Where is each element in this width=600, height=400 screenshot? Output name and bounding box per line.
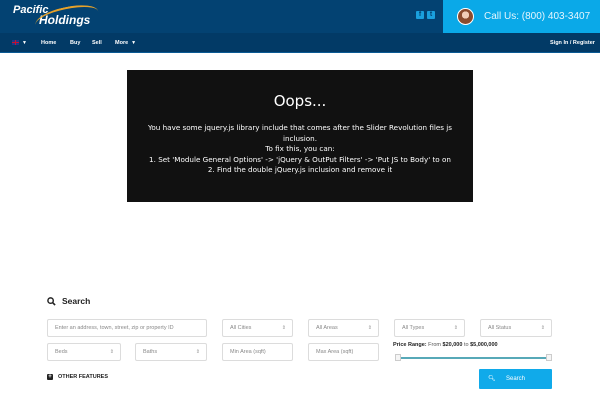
select-arrows-icon: ⇕ — [540, 325, 545, 331]
error-line: 2. Find the double jQuery.js inclusion a… — [207, 165, 393, 174]
price-label: Price Range: — [393, 342, 427, 348]
price-range-slider[interactable] — [395, 354, 552, 361]
address-input[interactable]: Enter an address, town, street, zip or p… — [47, 319, 207, 337]
uk-flag-icon — [12, 40, 19, 46]
chevron-down-icon: ▼ — [22, 40, 27, 46]
plus-icon: + — [47, 374, 53, 380]
error-line: To fix this, you can: — [265, 144, 335, 153]
error-box: Oops... You have some jquery.js library … — [127, 70, 473, 202]
nav-more[interactable]: More ▼ — [115, 33, 136, 53]
search-button[interactable]: 🔍︎ Search — [479, 369, 552, 389]
social-links: f t — [416, 11, 435, 19]
search-icon — [47, 296, 56, 306]
slider-track — [399, 357, 548, 359]
max-area-input[interactable]: Max Area (sqft) — [308, 343, 379, 361]
areas-value: All Areas — [316, 325, 338, 331]
beds-value: Beds — [55, 349, 68, 355]
status-value: All Status — [488, 325, 512, 331]
price-min: $20,000 — [442, 342, 463, 348]
twitter-icon[interactable]: t — [427, 11, 435, 19]
other-features-toggle[interactable]: + OTHER FEATURES — [47, 374, 108, 380]
error-title: Oops... — [273, 92, 327, 110]
status-select[interactable]: All Status ⇕ — [480, 319, 552, 337]
baths-value: Baths — [143, 349, 158, 355]
search-heading: Search — [47, 296, 90, 306]
call-box: Call Us: (800) 403-3407 — [443, 0, 600, 33]
main-nav: ▼ Home Buy Sell More ▼ Sign In / Register — [0, 33, 600, 53]
cities-value: All Cities — [230, 325, 252, 331]
language-selector[interactable]: ▼ — [12, 33, 27, 53]
error-line: You have some jquery.js library include … — [147, 123, 453, 143]
chevron-down-icon: ▼ — [131, 40, 137, 46]
logo[interactable]: Pacific Holdings — [13, 0, 101, 36]
search-title: Search — [62, 296, 91, 306]
cities-select[interactable]: All Cities ⇕ — [222, 319, 293, 337]
nav-buy[interactable]: Buy — [70, 33, 80, 53]
baths-select[interactable]: Baths ⇕ — [135, 343, 207, 361]
select-arrows-icon: ⇕ — [281, 325, 286, 331]
price-max: $5,000,000 — [470, 342, 498, 348]
select-arrows-icon: ⇕ — [195, 349, 200, 355]
search-button-label: Search — [505, 376, 525, 382]
other-features-label: OTHER FEATURES — [58, 374, 109, 380]
types-value: All Types — [402, 325, 425, 331]
types-select[interactable]: All Types ⇕ — [394, 319, 465, 337]
min-area-input[interactable]: Min Area (sqft) — [222, 343, 293, 361]
error-line: 1. Set 'Module General Options' -> 'jQue… — [149, 154, 451, 164]
call-us-text[interactable]: Call Us: (800) 403-3407 — [484, 11, 590, 22]
nav-home[interactable]: Home — [41, 33, 56, 53]
select-arrows-icon: ⇕ — [109, 349, 114, 355]
slider-handle-min[interactable] — [395, 354, 401, 361]
price-range-label: Price Range: From $20,000 to $5,000,000 — [393, 342, 498, 348]
select-arrows-icon: ⇕ — [453, 325, 458, 331]
facebook-icon[interactable]: f — [416, 11, 424, 19]
sign-in-register-link[interactable]: Sign In / Register — [550, 33, 595, 53]
header-bar: Pacific Holdings f t Call Us: (800) 403-… — [0, 0, 600, 36]
beds-select[interactable]: Beds ⇕ — [47, 343, 121, 361]
nav-sell[interactable]: Sell — [92, 33, 102, 53]
price-to: to — [463, 342, 469, 348]
select-arrows-icon: ⇕ — [367, 325, 372, 331]
avatar — [457, 8, 474, 25]
nav-more-label: More — [115, 40, 129, 46]
slider-handle-max[interactable] — [546, 354, 552, 361]
areas-select[interactable]: All Areas ⇕ — [308, 319, 379, 337]
price-from: From — [428, 342, 441, 348]
